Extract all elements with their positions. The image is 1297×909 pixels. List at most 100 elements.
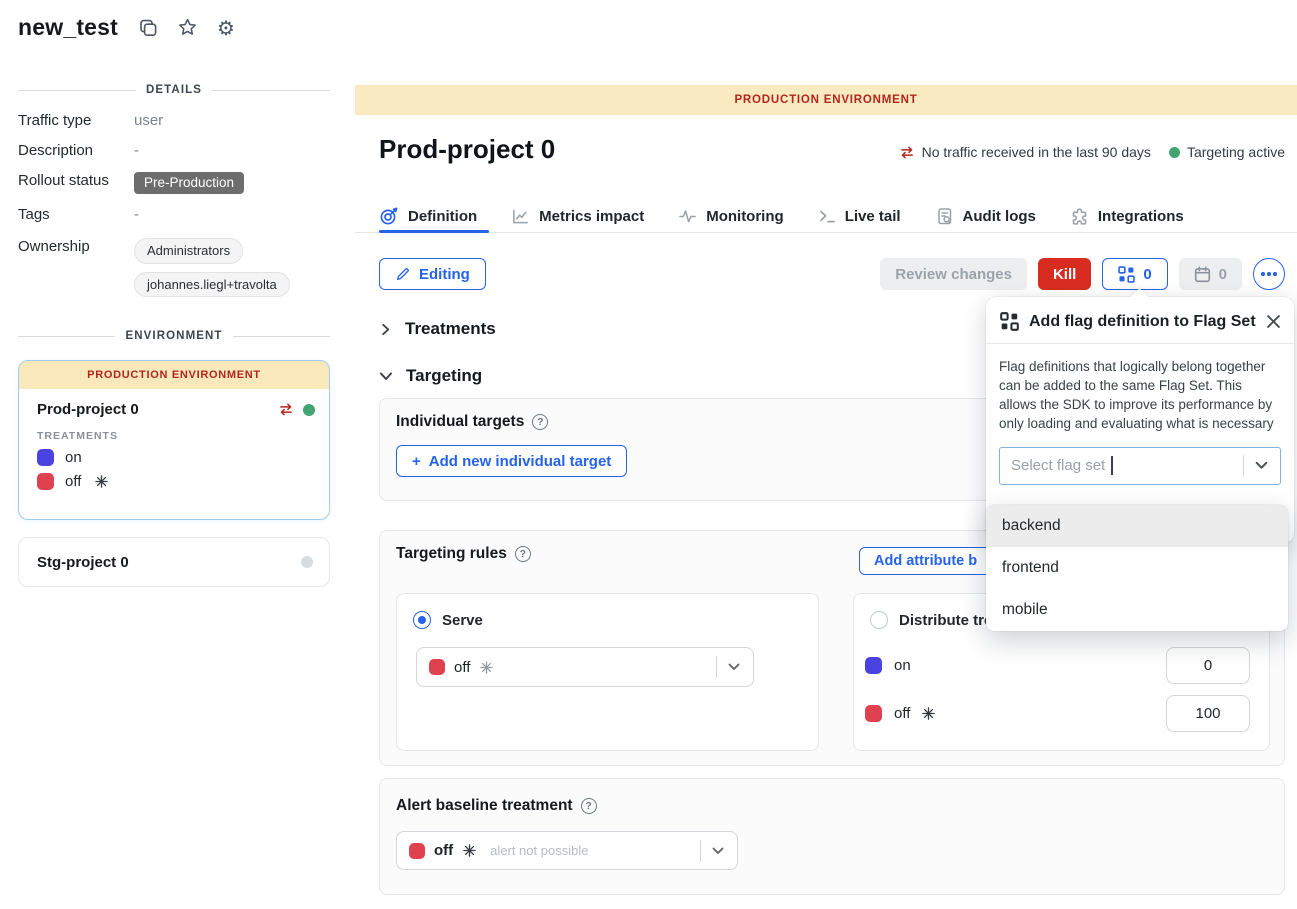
flag-set-option-mobile[interactable]: mobile xyxy=(986,589,1288,631)
help-icon[interactable] xyxy=(515,546,531,562)
kill-button[interactable]: Kill xyxy=(1038,258,1091,290)
select-placeholder: Select flag set xyxy=(1011,457,1105,474)
alert-baseline-heading: Alert baseline treatment xyxy=(396,797,573,815)
treatment-off-swatch xyxy=(37,473,54,490)
tab-audit-logs[interactable]: Audit logs xyxy=(935,207,1036,226)
detail-row-description: Description - xyxy=(18,142,330,163)
gear-icon[interactable]: ⚙ xyxy=(217,18,235,38)
tags-value: - xyxy=(134,206,139,223)
default-treatment-icon xyxy=(95,475,108,488)
alert-note: alert not possible xyxy=(490,843,588,858)
flag-set-select-input[interactable]: Select flag set xyxy=(999,447,1281,485)
treatment-off-swatch xyxy=(429,659,445,675)
percentage-input-on[interactable]: 0 xyxy=(1166,647,1250,684)
chevron-down-icon xyxy=(712,847,724,855)
editing-button[interactable]: Editing xyxy=(379,258,486,290)
treatments-section-toggle[interactable]: Treatments xyxy=(379,319,496,339)
serve-label: Serve xyxy=(442,612,483,629)
star-icon[interactable] xyxy=(177,17,198,38)
environment-heading: ENVIRONMENT xyxy=(125,330,222,342)
environment-card-staging[interactable]: Stg-project 0 xyxy=(18,537,330,587)
treatment-off-swatch xyxy=(865,705,882,722)
tab-definition[interactable]: Definition xyxy=(379,206,477,226)
terminal-icon xyxy=(818,207,836,225)
detail-row-rollout-status: Rollout status Pre-Production xyxy=(18,172,330,194)
environment-active-dot xyxy=(303,404,315,416)
description-value: - xyxy=(134,142,139,159)
no-traffic-icon xyxy=(899,145,915,160)
rollout-status-badge: Pre-Production xyxy=(134,172,244,194)
pulse-icon xyxy=(678,207,697,226)
alert-baseline-card: Alert baseline treatment off alert not p… xyxy=(379,778,1285,895)
targeting-section-toggle[interactable]: Targeting xyxy=(379,366,482,386)
percentage-input-off[interactable]: 100 xyxy=(1166,695,1250,732)
flag-set-options-menu: backend frontend mobile xyxy=(986,505,1288,631)
more-actions-button[interactable] xyxy=(1253,258,1285,290)
environment-title: Prod-project 0 xyxy=(379,134,555,165)
details-rows: Traffic type user Description - Rollout … xyxy=(18,112,330,297)
default-treatment-icon xyxy=(922,707,935,720)
add-attribute-button[interactable]: Add attribute b xyxy=(859,547,992,575)
treatment-off-swatch xyxy=(409,843,425,859)
app-header: new_test ⚙ xyxy=(18,14,235,41)
active-tab-indicator xyxy=(379,230,489,233)
treatment-row-on: on xyxy=(19,442,329,466)
tab-monitoring[interactable]: Monitoring xyxy=(678,207,783,226)
flag-set-count-button[interactable]: 0 xyxy=(1102,258,1167,290)
distribute-row-on: on 0 xyxy=(865,647,1250,684)
details-heading: DETAILS xyxy=(146,84,202,96)
serve-treatment-select[interactable]: off xyxy=(416,647,754,687)
distribute-radio[interactable] xyxy=(870,611,888,629)
sidebar: DETAILS Traffic type user Description - … xyxy=(18,82,330,587)
treatments-heading: TREATMENTS xyxy=(19,418,329,442)
toolbar-right: Review changes Kill 0 0 xyxy=(880,258,1285,290)
flag-set-option-backend[interactable]: backend xyxy=(986,505,1288,547)
serve-radio[interactable] xyxy=(413,611,431,629)
environment-card-production[interactable]: PRODUCTION ENVIRONMENT Prod-project 0 TR… xyxy=(18,360,330,520)
targeting-rules-heading: Targeting rules xyxy=(396,545,507,563)
owner-pill[interactable]: johannes.liegl+travolta xyxy=(134,272,290,298)
tab-metrics-impact[interactable]: Metrics impact xyxy=(511,207,644,226)
popup-title: Add flag definition to Flag Set xyxy=(1029,313,1256,331)
chart-icon xyxy=(511,207,530,226)
audit-log-icon xyxy=(935,207,954,226)
targeting-status: Targeting active xyxy=(1169,144,1285,160)
text-cursor xyxy=(1111,456,1113,475)
tab-live-tail[interactable]: Live tail xyxy=(818,207,901,225)
add-individual-target-button[interactable]: + Add new individual target xyxy=(396,445,627,477)
help-icon[interactable] xyxy=(581,798,597,814)
prod-environment-name-row: Prod-project 0 xyxy=(19,389,329,418)
no-traffic-icon xyxy=(278,402,294,417)
default-treatment-icon xyxy=(463,844,476,857)
toolbar-left: Editing xyxy=(379,258,486,290)
detail-row-traffic-type: Traffic type user xyxy=(18,112,330,133)
flag-set-grid-icon xyxy=(1000,312,1019,331)
targeting-active-dot xyxy=(1169,147,1180,158)
plus-icon: + xyxy=(412,453,421,470)
review-changes-button[interactable]: Review changes xyxy=(880,258,1027,290)
environment-section-header: ENVIRONMENT xyxy=(18,328,330,344)
tab-integrations[interactable]: Integrations xyxy=(1070,207,1184,226)
page: new_test ⚙ DETAILS Traffic xyxy=(0,0,1297,909)
copy-icon[interactable] xyxy=(138,18,158,38)
chevron-right-icon xyxy=(379,323,392,336)
chevron-down-icon xyxy=(379,369,393,383)
stg-environment-name: Stg-project 0 xyxy=(37,554,301,571)
schedule-count-button[interactable]: 0 xyxy=(1179,258,1242,290)
help-icon[interactable] xyxy=(532,414,548,430)
prod-environment-name: Prod-project 0 xyxy=(37,401,139,418)
chevron-down-icon xyxy=(728,663,740,671)
alert-baseline-select[interactable]: off alert not possible xyxy=(396,831,738,870)
treatment-row-off: off xyxy=(19,466,329,490)
title-actions: ⚙ xyxy=(138,17,235,38)
chevron-down-icon xyxy=(1255,461,1268,470)
production-environment-banner: PRODUCTION ENVIRONMENT xyxy=(355,85,1297,115)
owner-pill[interactable]: Administrators xyxy=(134,238,243,264)
popup-description: Flag definitions that logically belong t… xyxy=(999,357,1281,434)
flag-set-option-frontend[interactable]: frontend xyxy=(986,547,1288,589)
details-section-header: DETAILS xyxy=(18,82,330,98)
flag-set-grid-icon xyxy=(1118,266,1135,283)
tab-bar: Definition Metrics impact Monitoring Liv… xyxy=(379,200,1184,232)
close-icon[interactable] xyxy=(1267,315,1280,328)
status-row: No traffic received in the last 90 days … xyxy=(899,144,1285,160)
